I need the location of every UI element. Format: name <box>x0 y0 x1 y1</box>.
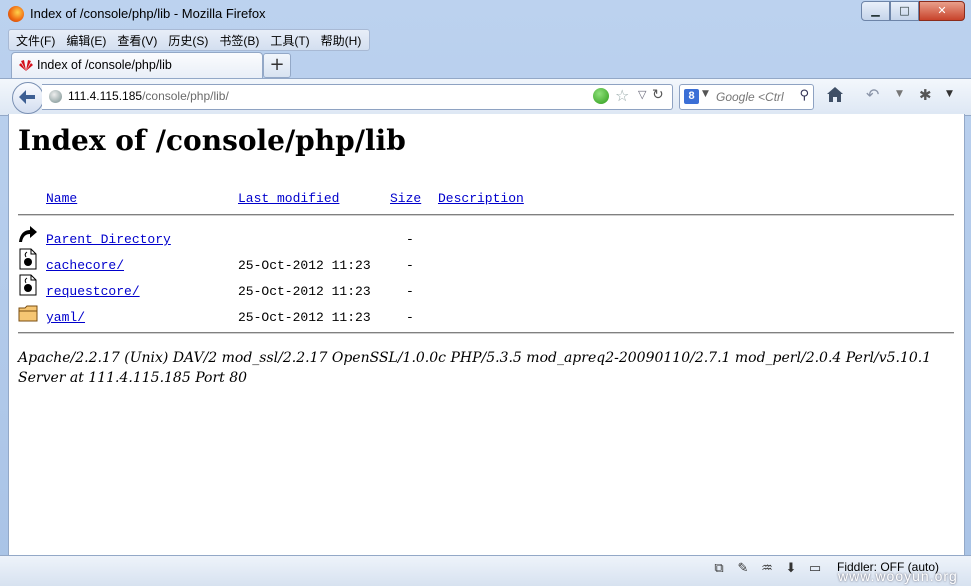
back-arrow-icon <box>19 226 37 242</box>
row-size: - <box>406 232 414 247</box>
row-name-link[interactable]: cachecore/ <box>46 258 124 273</box>
history-dropdown-icon[interactable]: ▼ <box>896 89 903 99</box>
maximize-button[interactable]: □ <box>890 1 919 21</box>
row-size: - <box>406 310 414 325</box>
url-host: 111.4.115.185 <box>68 89 143 103</box>
row-size: - <box>406 258 414 273</box>
menu-bar: 文件(F) 编辑(E) 查看(V) 历史(S) 书签(B) 工具(T) 帮助(H… <box>8 29 371 51</box>
footer-rule <box>18 332 954 334</box>
popout-icon[interactable]: ⧉ <box>711 561 727 577</box>
url-path: /console/php/lib/ <box>142 89 229 103</box>
search-bar[interactable]: 8 ▼ Google <Ctrl ⚲ <box>679 84 814 110</box>
column-description-link[interactable]: Description <box>438 191 524 206</box>
watermark: www.wooyun.org <box>838 568 958 584</box>
row-name-link[interactable]: requestcore/ <box>46 284 140 299</box>
menu-edit[interactable]: 编辑(E) <box>61 30 112 50</box>
row-name-link[interactable]: Parent Directory <box>46 232 171 247</box>
tab-active[interactable]: Index of /console/php/lib <box>11 52 263 79</box>
close-button[interactable]: ✕ <box>919 1 965 21</box>
download-icon[interactable]: ⬇ <box>783 561 799 577</box>
site-identity-icon[interactable] <box>49 90 62 103</box>
page-title: Index of /console/php/lib <box>18 124 406 157</box>
row-size: - <box>406 284 414 299</box>
list-item: Parent Directory - <box>9 226 964 252</box>
menu-bookmarks[interactable]: 书签(B) <box>214 30 265 50</box>
row-name-link[interactable]: yaml/ <box>46 310 85 325</box>
unknown-file-icon <box>19 274 37 296</box>
menu-view[interactable]: 查看(V) <box>112 30 163 50</box>
header-rule <box>18 214 954 216</box>
row-modified: 25-Oct-2012 11:23 <box>238 310 371 325</box>
row-modified: 25-Oct-2012 11:23 <box>238 258 371 273</box>
column-name-link[interactable]: Name <box>46 191 77 206</box>
back-button[interactable] <box>12 82 44 114</box>
firebug-icon[interactable]: ✱ <box>919 86 932 104</box>
window-title: Index of /console/php/lib - Mozilla Fire… <box>30 6 266 21</box>
bookmark-star-icon[interactable]: ☆ <box>615 86 629 105</box>
navigation-toolbar: 111.4.115.185/console/php/lib/ ☆ ▽ ↻ 8 ▼… <box>0 78 971 116</box>
url-dropdown-icon[interactable]: ▽ <box>638 88 646 101</box>
title-bar: Index of /console/php/lib - Mozilla Fire… <box>0 0 971 28</box>
tab-strip: Index of /console/php/lib + <box>0 51 971 79</box>
listing-header: Name Last modified Size Description <box>9 191 964 211</box>
menu-history[interactable]: 历史(S) <box>163 30 214 50</box>
search-icon[interactable]: ⚲ <box>799 88 809 103</box>
tab-label: Index of /console/php/lib <box>37 58 172 72</box>
window-icon[interactable]: ▭ <box>807 561 823 577</box>
huawei-favicon-icon <box>19 60 33 71</box>
home-icon[interactable] <box>826 86 844 103</box>
tools-icon[interactable]: ✎ <box>735 561 751 577</box>
menu-file[interactable]: 文件(F) <box>11 30 61 50</box>
go-icon[interactable] <box>593 88 609 104</box>
row-modified: 25-Oct-2012 11:23 <box>238 284 371 299</box>
minimize-button[interactable]: ▁ <box>861 1 890 21</box>
history-arrow-icon[interactable]: ↶ <box>866 85 879 104</box>
mask-icon[interactable]: ♒ <box>759 561 775 577</box>
new-tab-button[interactable]: + <box>263 53 291 78</box>
firebug-dropdown-icon[interactable]: ▼ <box>946 89 953 99</box>
unknown-file-icon <box>19 248 37 270</box>
firefox-logo-icon <box>8 6 24 22</box>
search-placeholder: Google <Ctrl <box>716 90 784 104</box>
browser-window: Index of /console/php/lib - Mozilla Fire… <box>0 0 971 586</box>
reload-icon[interactable]: ↻ <box>652 87 664 103</box>
menu-help[interactable]: 帮助(H) <box>316 30 368 50</box>
url-bar[interactable]: 111.4.115.185/console/php/lib/ ☆ ▽ ↻ <box>42 84 673 110</box>
url-text: 111.4.115.185/console/php/lib/ <box>68 89 229 103</box>
list-item: cachecore/ 25-Oct-2012 11:23 - <box>9 248 964 278</box>
window-controls: ▁ □ ✕ <box>861 1 965 21</box>
folder-icon <box>18 305 38 322</box>
search-engine-dropdown-icon[interactable]: ▼ <box>702 89 709 99</box>
list-item: yaml/ 25-Oct-2012 11:23 - <box>9 305 964 330</box>
back-arrow-icon <box>19 90 35 104</box>
search-engine-icon[interactable]: 8 <box>684 89 699 104</box>
column-modified-link[interactable]: Last modified <box>238 191 339 206</box>
menu-tools[interactable]: 工具(T) <box>265 30 315 50</box>
page-content: Index of /console/php/lib Name Last modi… <box>8 114 965 555</box>
list-item: requestcore/ 25-Oct-2012 11:23 - <box>9 274 964 304</box>
status-bar: ⧉ ✎ ♒ ⬇ ▭ Fiddler: OFF (auto) <box>0 555 971 586</box>
server-signature: Apache/2.2.17 (Unix) DAV/2 mod_ssl/2.2.1… <box>18 350 932 386</box>
column-size-link[interactable]: Size <box>390 191 421 206</box>
